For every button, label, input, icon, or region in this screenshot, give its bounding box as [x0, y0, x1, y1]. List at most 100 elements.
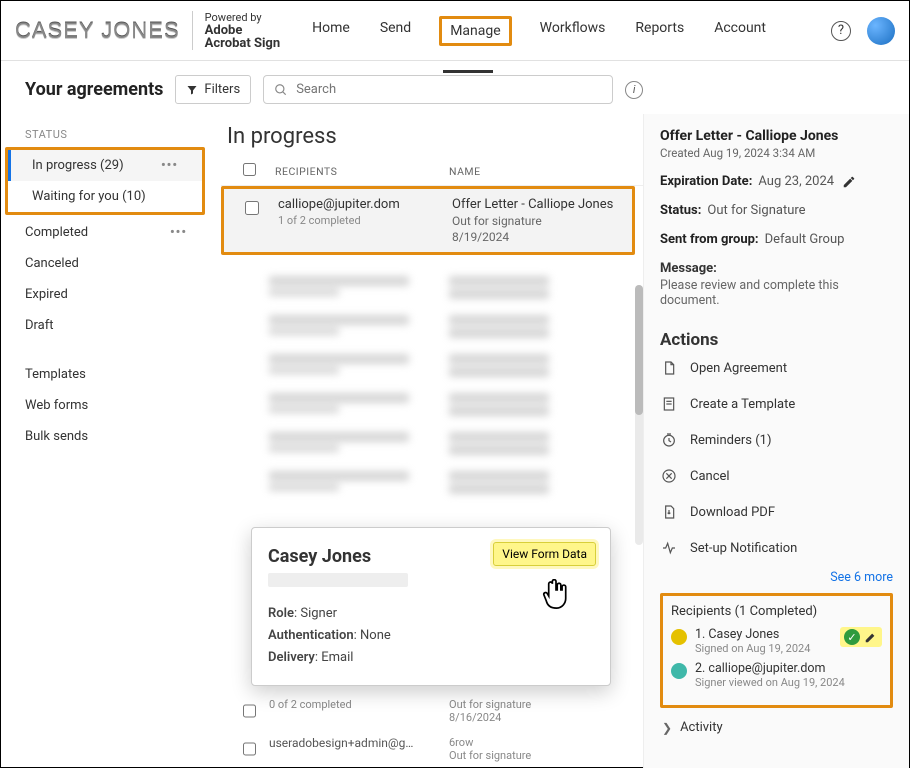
page-title: Your agreements — [25, 79, 163, 100]
action-label: Open Agreement — [690, 361, 787, 376]
row-recipient: useradobesign+admin@g… — [269, 736, 449, 750]
sidebar-item-completed[interactable]: Completed ••• — [1, 217, 211, 248]
row-recipient-sub: 1 of 2 completed — [278, 214, 452, 227]
recipients-heading: Recipients (1 Completed) — [671, 604, 882, 619]
app-logo: CASEY JONES — [15, 18, 180, 44]
recipient-badge[interactable]: ✓ — [840, 627, 882, 647]
sidebar-item-label: In progress (29) — [32, 158, 124, 173]
action-label: Reminders (1) — [690, 433, 772, 448]
sidebar-item-draft[interactable]: Draft — [1, 310, 211, 341]
row-date: 8/19/2024 — [452, 230, 624, 244]
select-all-checkbox[interactable] — [243, 163, 256, 176]
role-value: Signer — [300, 606, 337, 621]
sidebar-item-label: Web forms — [25, 398, 88, 413]
action-label: Cancel — [690, 469, 730, 484]
agreement-row[interactable]: calliope@jupiter.dom 1 of 2 completed Of… — [224, 189, 632, 252]
sidebar-item-label: Expired — [25, 287, 68, 302]
sidebar-item-templates[interactable]: Templates — [1, 359, 211, 390]
recipient-row[interactable]: 2. calliope@jupiter.dom Signer viewed on… — [671, 661, 882, 689]
row-checkbox[interactable] — [243, 736, 256, 762]
nav-workflows[interactable]: Workflows — [538, 16, 608, 46]
row-checkbox[interactable] — [245, 201, 259, 215]
detail-title: Offer Letter - Calliope Jones — [660, 128, 893, 144]
recipients-box: Recipients (1 Completed) 1. Casey Jones … — [660, 593, 893, 708]
funnel-icon — [186, 84, 198, 96]
row-status: Out for signature — [449, 698, 531, 711]
row-recipient-sub: 0 of 2 completed — [269, 698, 449, 711]
view-form-data-button[interactable]: View Form Data — [493, 542, 596, 566]
recipient-status-dot — [671, 629, 687, 645]
user-avatar[interactable] — [867, 17, 895, 45]
activity-toggle[interactable]: ❯ Activity — [660, 708, 893, 735]
action-create-template[interactable]: Create a Template — [660, 386, 893, 422]
sidebar-item-in-progress[interactable]: In progress (29) ••• — [8, 150, 202, 181]
action-open-agreement[interactable]: Open Agreement — [660, 350, 893, 386]
sidebar-item-expired[interactable]: Expired — [1, 279, 211, 310]
see-more-link[interactable]: See 6 more — [660, 570, 893, 585]
action-label: Create a Template — [690, 397, 795, 412]
sidebar-item-label: Bulk sends — [25, 429, 88, 444]
search-box[interactable] — [263, 75, 613, 104]
sent-from-label: Sent from group: — [660, 232, 759, 247]
edit-icon — [864, 630, 878, 644]
action-setup-notification[interactable]: Set-up Notification — [660, 530, 893, 566]
expiration-label: Expiration Date: — [660, 174, 752, 189]
tail-rows: 0 of 2 completed Out for signature 8/16/… — [221, 692, 643, 768]
document-icon — [660, 359, 678, 377]
recipient-status-dot — [671, 663, 687, 679]
filters-button[interactable]: Filters — [175, 75, 251, 104]
expiration-value: Aug 23, 2024 — [758, 174, 834, 189]
action-reminders[interactable]: Reminders (1) — [660, 422, 893, 458]
recipient-sub: Signer viewed on Aug 19, 2024 — [695, 676, 845, 689]
more-icon[interactable]: ••• — [170, 225, 187, 240]
powered-by-product: Adobe Acrobat Sign — [205, 23, 280, 51]
col-recipients[interactable]: RECIPIENTS — [269, 165, 449, 178]
top-bar: CASEY JONES Powered by Adobe Acrobat Sig… — [1, 1, 909, 61]
status-label: Status: — [660, 203, 701, 218]
sidebar-status-heading: STATUS — [1, 124, 211, 145]
col-name[interactable]: NAME — [449, 165, 635, 178]
details-panel: Offer Letter - Calliope Jones Created Au… — [643, 114, 909, 768]
recipient-row[interactable]: 1. Casey Jones Signed on Aug 19, 2024 ✓ — [671, 627, 882, 655]
row-status: Out for signature — [449, 749, 531, 762]
sidebar-item-canceled[interactable]: Canceled — [1, 248, 211, 279]
agreement-row[interactable]: 0 of 2 completed Out for signature 8/16/… — [221, 692, 643, 730]
nav-account[interactable]: Account — [712, 16, 768, 46]
scrollbar[interactable] — [635, 285, 643, 545]
sidebar-item-label: Waiting for you (10) — [32, 189, 146, 204]
activity-label: Activity — [680, 720, 723, 735]
redacted-bar — [268, 573, 408, 587]
delivery-label: Delivery — [268, 650, 315, 665]
content-title: In progress — [221, 114, 643, 157]
template-icon — [660, 395, 678, 413]
cancel-icon — [660, 467, 678, 485]
row-date: 8/16/2024 — [449, 711, 531, 724]
recipient-name: 2. calliope@jupiter.dom — [695, 661, 845, 676]
filters-label: Filters — [204, 82, 240, 97]
nav-manage[interactable]: Manage — [439, 16, 511, 46]
row-checkbox[interactable] — [243, 698, 256, 724]
action-cancel[interactable]: Cancel — [660, 458, 893, 494]
nav-send[interactable]: Send — [378, 16, 413, 46]
pencil-icon[interactable] — [842, 175, 856, 189]
left-sidebar: STATUS In progress (29) ••• Waiting for … — [1, 114, 211, 768]
help-icon[interactable]: ? — [831, 21, 851, 41]
sent-from-value: Default Group — [765, 232, 845, 247]
row-name: 6row — [449, 736, 531, 749]
action-label: Download PDF — [690, 505, 775, 520]
top-nav: Home Send Manage Workflows Reports Accou… — [310, 16, 768, 46]
sidebar-item-webforms[interactable]: Web forms — [1, 390, 211, 421]
more-icon[interactable]: ••• — [161, 158, 178, 173]
nav-reports[interactable]: Reports — [633, 16, 686, 46]
sidebar-item-label: Draft — [25, 318, 54, 333]
search-input[interactable] — [296, 82, 602, 97]
sidebar-item-bulk[interactable]: Bulk sends — [1, 421, 211, 452]
action-label: Set-up Notification — [690, 541, 797, 556]
role-label: Role — [268, 606, 294, 621]
agreement-row[interactable]: useradobesign+admin@g… 6row Out for sign… — [221, 730, 643, 768]
row-name: Offer Letter - Calliope Jones — [452, 197, 624, 212]
action-download-pdf[interactable]: Download PDF — [660, 494, 893, 530]
sidebar-item-waiting[interactable]: Waiting for you (10) — [8, 181, 202, 212]
info-icon[interactable]: i — [625, 81, 643, 99]
nav-home[interactable]: Home — [310, 16, 352, 46]
